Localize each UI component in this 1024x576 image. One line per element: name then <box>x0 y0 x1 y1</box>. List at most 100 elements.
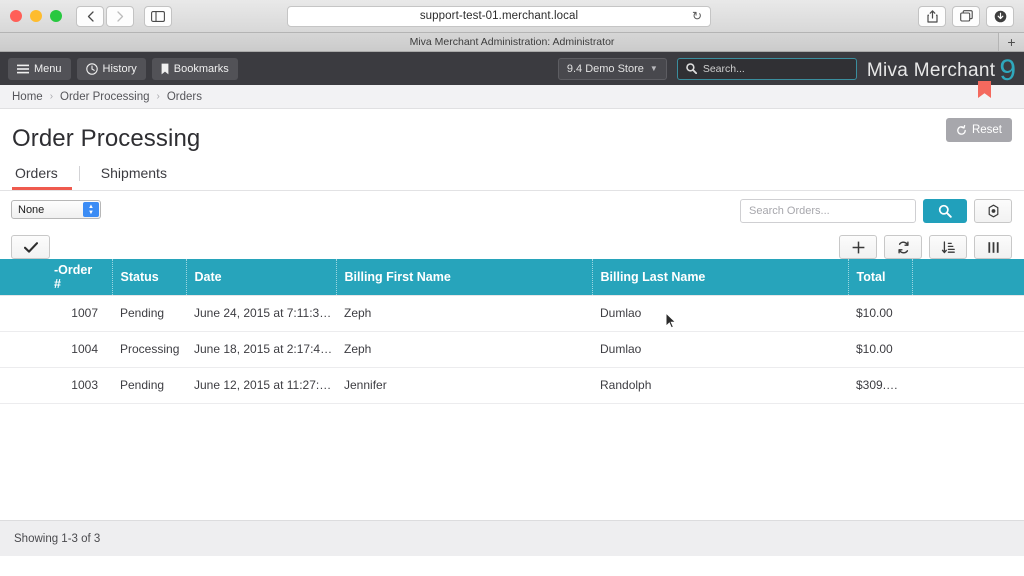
store-selector-label: 9.4 Demo Store <box>566 62 644 75</box>
bookmarks-button-label: Bookmarks <box>173 62 229 75</box>
reset-button[interactable]: Reset <box>945 118 1012 142</box>
row-select-cell[interactable] <box>0 331 46 368</box>
search-submit-button[interactable] <box>923 199 967 223</box>
column-header-status[interactable]: Status <box>112 259 187 295</box>
address-bar[interactable]: support-test-01.merchant.local ↻ <box>287 5 711 27</box>
column-header-date[interactable]: Date <box>186 259 337 295</box>
column-header-total[interactable]: Total <box>848 259 913 295</box>
apply-batch-button[interactable] <box>11 235 50 259</box>
breadcrumb-separator: › <box>49 91 54 102</box>
breadcrumb-item-orders[interactable]: Orders <box>167 91 202 103</box>
forward-button[interactable] <box>106 5 134 27</box>
miva-topbar: Menu History Bookmarks 9.4 Demo Store ▼ … <box>0 52 1024 86</box>
table-row[interactable]: 1007 Pending June 24, 2015 at 7:11:3… Ze… <box>0 294 1024 332</box>
browser-titlebar: support-test-01.merchant.local ↻ <box>0 0 1024 33</box>
cell-billing-first-name: Zeph <box>336 294 592 332</box>
columns-icon <box>987 241 999 253</box>
orders-table-head: -Order # Status Date Billing First Name … <box>0 259 1024 295</box>
table-row[interactable]: 1004 Processing June 18, 2015 at 2:17:4…… <box>0 331 1024 368</box>
column-header-billing-first-name[interactable]: Billing First Name <box>336 259 593 295</box>
back-button[interactable] <box>76 5 104 27</box>
cell-billing-first-name: Zeph <box>336 331 592 368</box>
tab-overview-icon <box>959 10 973 22</box>
window-controls <box>10 10 62 22</box>
menu-button-label: Menu <box>34 62 62 75</box>
sidebar-toggle-button[interactable] <box>144 5 172 27</box>
breadcrumb-item-home[interactable]: Home <box>12 91 43 103</box>
row-select-cell[interactable] <box>0 294 46 332</box>
column-header-order-number[interactable]: -Order # <box>46 259 113 295</box>
tab-orders[interactable]: Orders <box>12 165 72 190</box>
cell-status: Pending <box>112 367 186 404</box>
page-body: Order Processing Orders Shipments Reset … <box>0 109 1024 556</box>
cell-billing-last-name: Randolph <box>592 367 848 404</box>
add-order-button[interactable] <box>839 235 877 259</box>
batch-action-select[interactable]: None ▲ ▼ <box>11 200 101 219</box>
global-search-field[interactable]: Search... <box>676 57 857 80</box>
history-button[interactable]: History <box>76 57 146 80</box>
page-tabs: Orders Shipments <box>12 165 1012 190</box>
breadcrumb-item-order-processing[interactable]: Order Processing <box>60 91 149 103</box>
bookmarks-button[interactable]: Bookmarks <box>151 57 238 80</box>
download-icon <box>994 10 1006 22</box>
page-header: Order Processing Orders Shipments Reset <box>0 109 1024 190</box>
page-title: Order Processing <box>12 125 201 152</box>
new-tab-button[interactable]: + <box>998 33 1024 51</box>
tabs-overview-button[interactable] <box>952 5 980 27</box>
chevron-down-icon: ▼ <box>649 64 658 73</box>
minimize-window-button[interactable] <box>30 10 42 22</box>
list-actions-group <box>839 235 1012 259</box>
cell-billing-first-name: Jennifer <box>336 367 592 404</box>
clock-icon <box>85 62 98 75</box>
refresh-list-button[interactable] <box>884 235 922 259</box>
share-button[interactable] <box>918 5 946 27</box>
table-footer: Showing 1-3 of 3 <box>0 520 1024 556</box>
search-icon <box>938 204 952 218</box>
mouse-cursor <box>665 312 677 329</box>
cell-spacer <box>912 331 1024 368</box>
miva-logo: Miva Merchant 9 <box>867 55 1018 86</box>
share-icon <box>926 9 938 23</box>
chrome-right-buttons <box>918 5 1014 27</box>
sort-list-button[interactable] <box>929 235 967 259</box>
cell-total: $10.00 <box>848 294 912 332</box>
search-toolbar-group: Search Orders... <box>740 199 1012 223</box>
cell-date: June 18, 2015 at 2:17:4… <box>186 331 336 368</box>
bookmark-icon <box>161 63 169 74</box>
list-toolbar: None ▲ ▼ Search Orders... <box>0 191 1024 259</box>
column-header-billing-last-name[interactable]: Billing Last Name <box>592 259 849 295</box>
cell-status: Processing <box>112 331 186 368</box>
bookmark-ribbon-icon[interactable] <box>978 81 991 98</box>
nav-buttons <box>76 5 134 27</box>
table-row[interactable]: 1003 Pending June 12, 2015 at 11:27:… Je… <box>0 367 1024 404</box>
search-settings-button[interactable] <box>974 199 1012 223</box>
maximize-window-button[interactable] <box>50 10 62 22</box>
downloads-button[interactable] <box>986 5 1014 27</box>
menu-button[interactable]: Menu <box>8 57 71 80</box>
reload-icon[interactable]: ↻ <box>692 10 702 22</box>
cell-order-number: 1004 <box>46 331 112 368</box>
reset-icon <box>957 124 966 135</box>
column-header-spacer <box>912 259 1024 295</box>
columns-button[interactable] <box>974 235 1012 259</box>
store-selector[interactable]: 9.4 Demo Store ▼ <box>557 57 667 80</box>
row-select-cell[interactable] <box>0 367 46 404</box>
cell-date: June 24, 2015 at 7:11:3… <box>186 294 336 332</box>
cell-date: June 12, 2015 at 11:27:… <box>186 367 336 404</box>
global-search-placeholder: Search... <box>702 62 745 75</box>
search-orders-input[interactable]: Search Orders... <box>740 199 916 223</box>
stepper-arrows-icon[interactable]: ▲ ▼ <box>83 202 99 217</box>
search-icon <box>686 63 697 74</box>
tab-divider <box>78 165 80 181</box>
cell-order-number: 1007 <box>46 294 112 332</box>
history-button-label: History <box>102 62 137 75</box>
close-window-button[interactable] <box>10 10 22 22</box>
cell-total: $309.… <box>848 367 912 404</box>
tab-shipments[interactable]: Shipments <box>87 165 181 190</box>
check-icon <box>23 241 38 253</box>
breadcrumb-separator: › <box>156 91 160 102</box>
active-tab-title[interactable]: Miva Merchant Administration: Administra… <box>410 36 615 48</box>
search-orders-placeholder: Search Orders... <box>749 205 830 217</box>
cell-spacer <box>912 367 1024 404</box>
column-header-select-all[interactable] <box>0 259 46 295</box>
